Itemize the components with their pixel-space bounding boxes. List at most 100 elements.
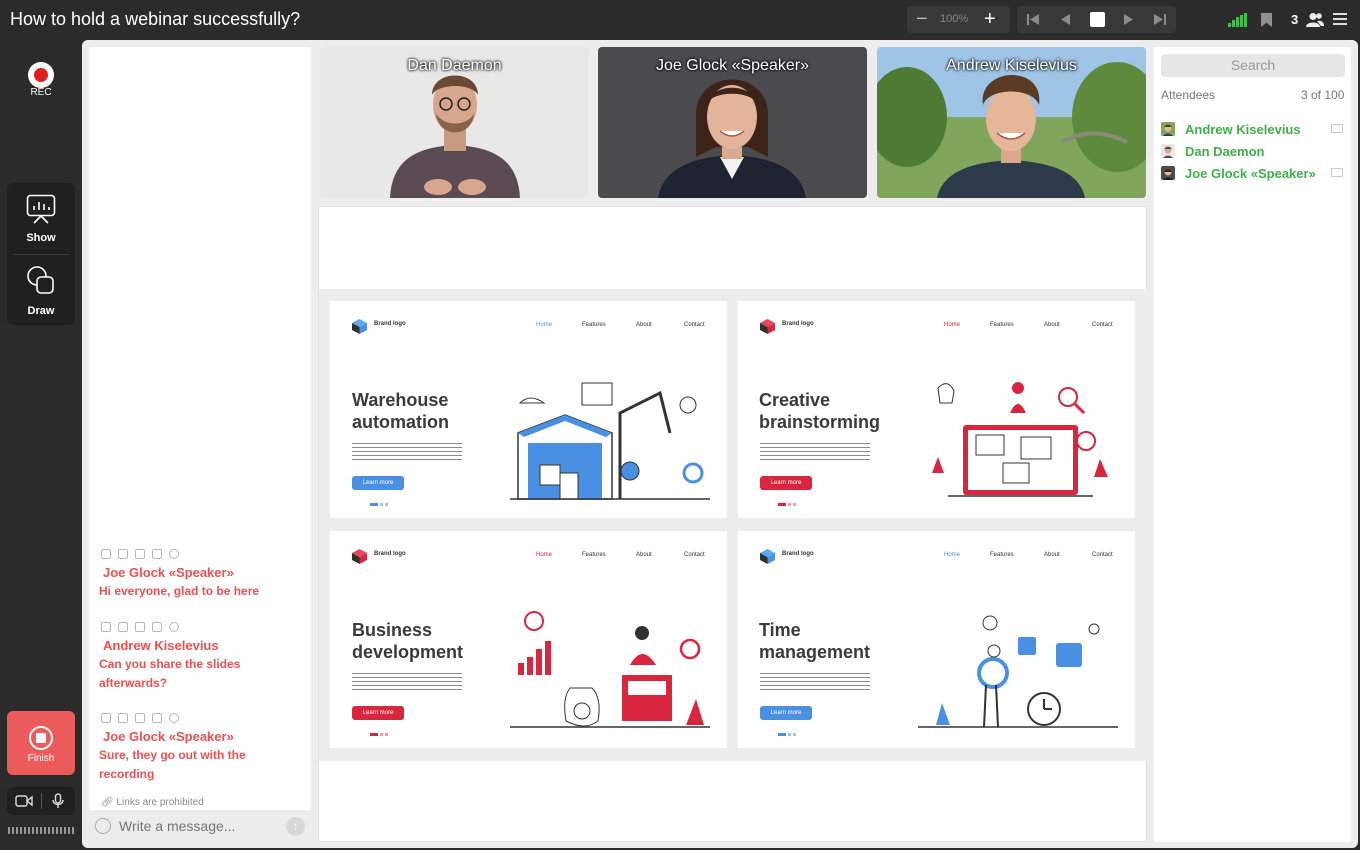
time-management-illustration (918, 615, 1118, 728)
record-button[interactable] (28, 62, 54, 88)
draw-button[interactable]: Draw (7, 255, 75, 325)
brand-cube-icon (352, 549, 367, 564)
zoom-controls: − 100% + (907, 6, 1010, 33)
copy-icon[interactable] (101, 549, 111, 559)
delete-icon[interactable] (118, 549, 128, 559)
record-label: REC (30, 87, 52, 98)
microphone-icon[interactable] (52, 793, 64, 809)
title-line: brainstorming (759, 412, 881, 432)
brand-name: Brand logo (374, 551, 406, 557)
message-input[interactable] (119, 816, 279, 836)
brainstorming-illustration (932, 382, 1108, 497)
title-line: Time (759, 620, 801, 640)
pin-icon[interactable] (135, 549, 145, 559)
body-text (760, 443, 870, 461)
zoom-in-icon[interactable]: + (984, 8, 996, 30)
finish-label: Finish (27, 753, 55, 764)
next-slide-icon[interactable] (1123, 13, 1135, 26)
presentation-icon (26, 194, 56, 224)
chat-message: Joe Glock «Speaker» Sure, they go out wi… (99, 713, 299, 784)
nav-home: Home (536, 322, 553, 328)
slider-dots (778, 733, 796, 736)
attendee-row[interactable]: Dan Daemon (1161, 143, 1345, 159)
slider-dots (370, 503, 388, 506)
video-tile-andrew[interactable]: Andrew Kiselevius (877, 47, 1146, 198)
video-tile-dan[interactable]: Dan Daemon (320, 47, 589, 198)
brand-name: Brand logo (782, 321, 814, 327)
stop-icon[interactable] (1090, 12, 1105, 27)
zoom-out-icon[interactable]: − (916, 8, 928, 30)
nav-contact: Contact (1092, 322, 1113, 328)
message-author: Andrew Kiselevius (103, 638, 219, 653)
avatar (1161, 144, 1175, 158)
learn-more-button: Learn more (760, 706, 812, 720)
last-slide-icon[interactable] (1153, 13, 1167, 26)
finish-button[interactable]: Finish (7, 711, 75, 775)
draw-label: Draw (27, 305, 55, 317)
slider-dots (370, 733, 388, 736)
attendee-row[interactable]: Andrew Kiselevius (1161, 121, 1345, 137)
attendee-name: Andrew Kiselevius (1185, 122, 1301, 137)
info-icon[interactable] (169, 622, 179, 632)
brand-name: Brand logo (782, 551, 814, 557)
signal-strength-icon (1228, 13, 1248, 27)
prev-slide-icon[interactable] (1059, 13, 1071, 26)
send-button[interactable]: ↑ (286, 817, 305, 836)
media-controls (7, 787, 75, 815)
nav-contact: Contact (1092, 552, 1113, 558)
left-toolbar: REC Show Draw Finish (0, 40, 82, 850)
video-tile-joe[interactable]: Joe Glock «Speaker» (598, 47, 867, 198)
pin-icon[interactable] (135, 713, 145, 723)
nav-about: About (636, 552, 652, 558)
links-prohibited-note: 🔗︎ Links are prohibited (101, 797, 204, 808)
slide-panel-warehouse: Brand logo Home Features About Contact W… (330, 301, 727, 518)
chat-composer: ↑ (89, 810, 311, 842)
nav-about: About (1044, 322, 1060, 328)
brand-cube-icon (760, 319, 775, 334)
attendee-row[interactable]: Joe Glock «Speaker» (1161, 165, 1345, 181)
bookmark-icon[interactable] (152, 713, 162, 723)
title-line: Warehouse (352, 390, 449, 410)
brand-name: Brand logo (374, 321, 406, 327)
panel-title: Business development (352, 619, 502, 663)
brand-cube-icon (760, 549, 775, 564)
stop-circle-icon (29, 726, 53, 750)
pin-icon[interactable] (135, 622, 145, 632)
info-icon[interactable] (169, 549, 179, 559)
title-line: development (352, 642, 464, 662)
nav-home: Home (536, 552, 553, 558)
nav-about: About (1044, 552, 1060, 558)
bookmark-icon[interactable] (1261, 13, 1272, 27)
emoji-icon[interactable] (95, 818, 111, 834)
panel-title: Warehouse automation (352, 389, 502, 433)
participant-name: Andrew Kiselevius (946, 57, 1077, 74)
body-text (352, 673, 462, 691)
delete-icon[interactable] (118, 713, 128, 723)
delete-icon[interactable] (118, 622, 128, 632)
first-slide-icon[interactable] (1026, 13, 1040, 26)
body-text (760, 673, 870, 691)
message-text: Can you share the slides afterwards? (99, 657, 241, 690)
show-button[interactable]: Show (7, 183, 75, 254)
brand-cube-icon (352, 319, 367, 334)
menu-icon[interactable] (1333, 13, 1347, 25)
presentation-slide[interactable]: Brand logo Home Features About Contact W… (319, 289, 1148, 761)
info-icon[interactable] (169, 713, 179, 723)
participants-icon[interactable] (1306, 12, 1324, 28)
slider-dots (778, 503, 796, 506)
attendees-search-input[interactable]: Search (1161, 54, 1345, 77)
bookmark-icon[interactable] (152, 622, 162, 632)
nav-features: Features (990, 322, 1014, 328)
chat-message: Joe Glock «Speaker» Hi everyone, glad to… (99, 549, 299, 601)
warehouse-illustration (510, 382, 710, 500)
attendees-panel: Search Attendees 3 of 100 Andrew Kiselev… (1154, 47, 1351, 842)
copy-icon[interactable] (101, 622, 111, 632)
attendees-count: 3 of 100 (1301, 88, 1345, 102)
camera-icon[interactable] (15, 795, 33, 807)
title-line: Business (352, 620, 433, 640)
bookmark-icon[interactable] (152, 549, 162, 559)
presentation-stage: Brand logo Home Features About Contact W… (318, 206, 1148, 842)
copy-icon[interactable] (101, 713, 111, 723)
title-line: automation (352, 412, 449, 432)
learn-more-button: Learn more (352, 476, 404, 490)
